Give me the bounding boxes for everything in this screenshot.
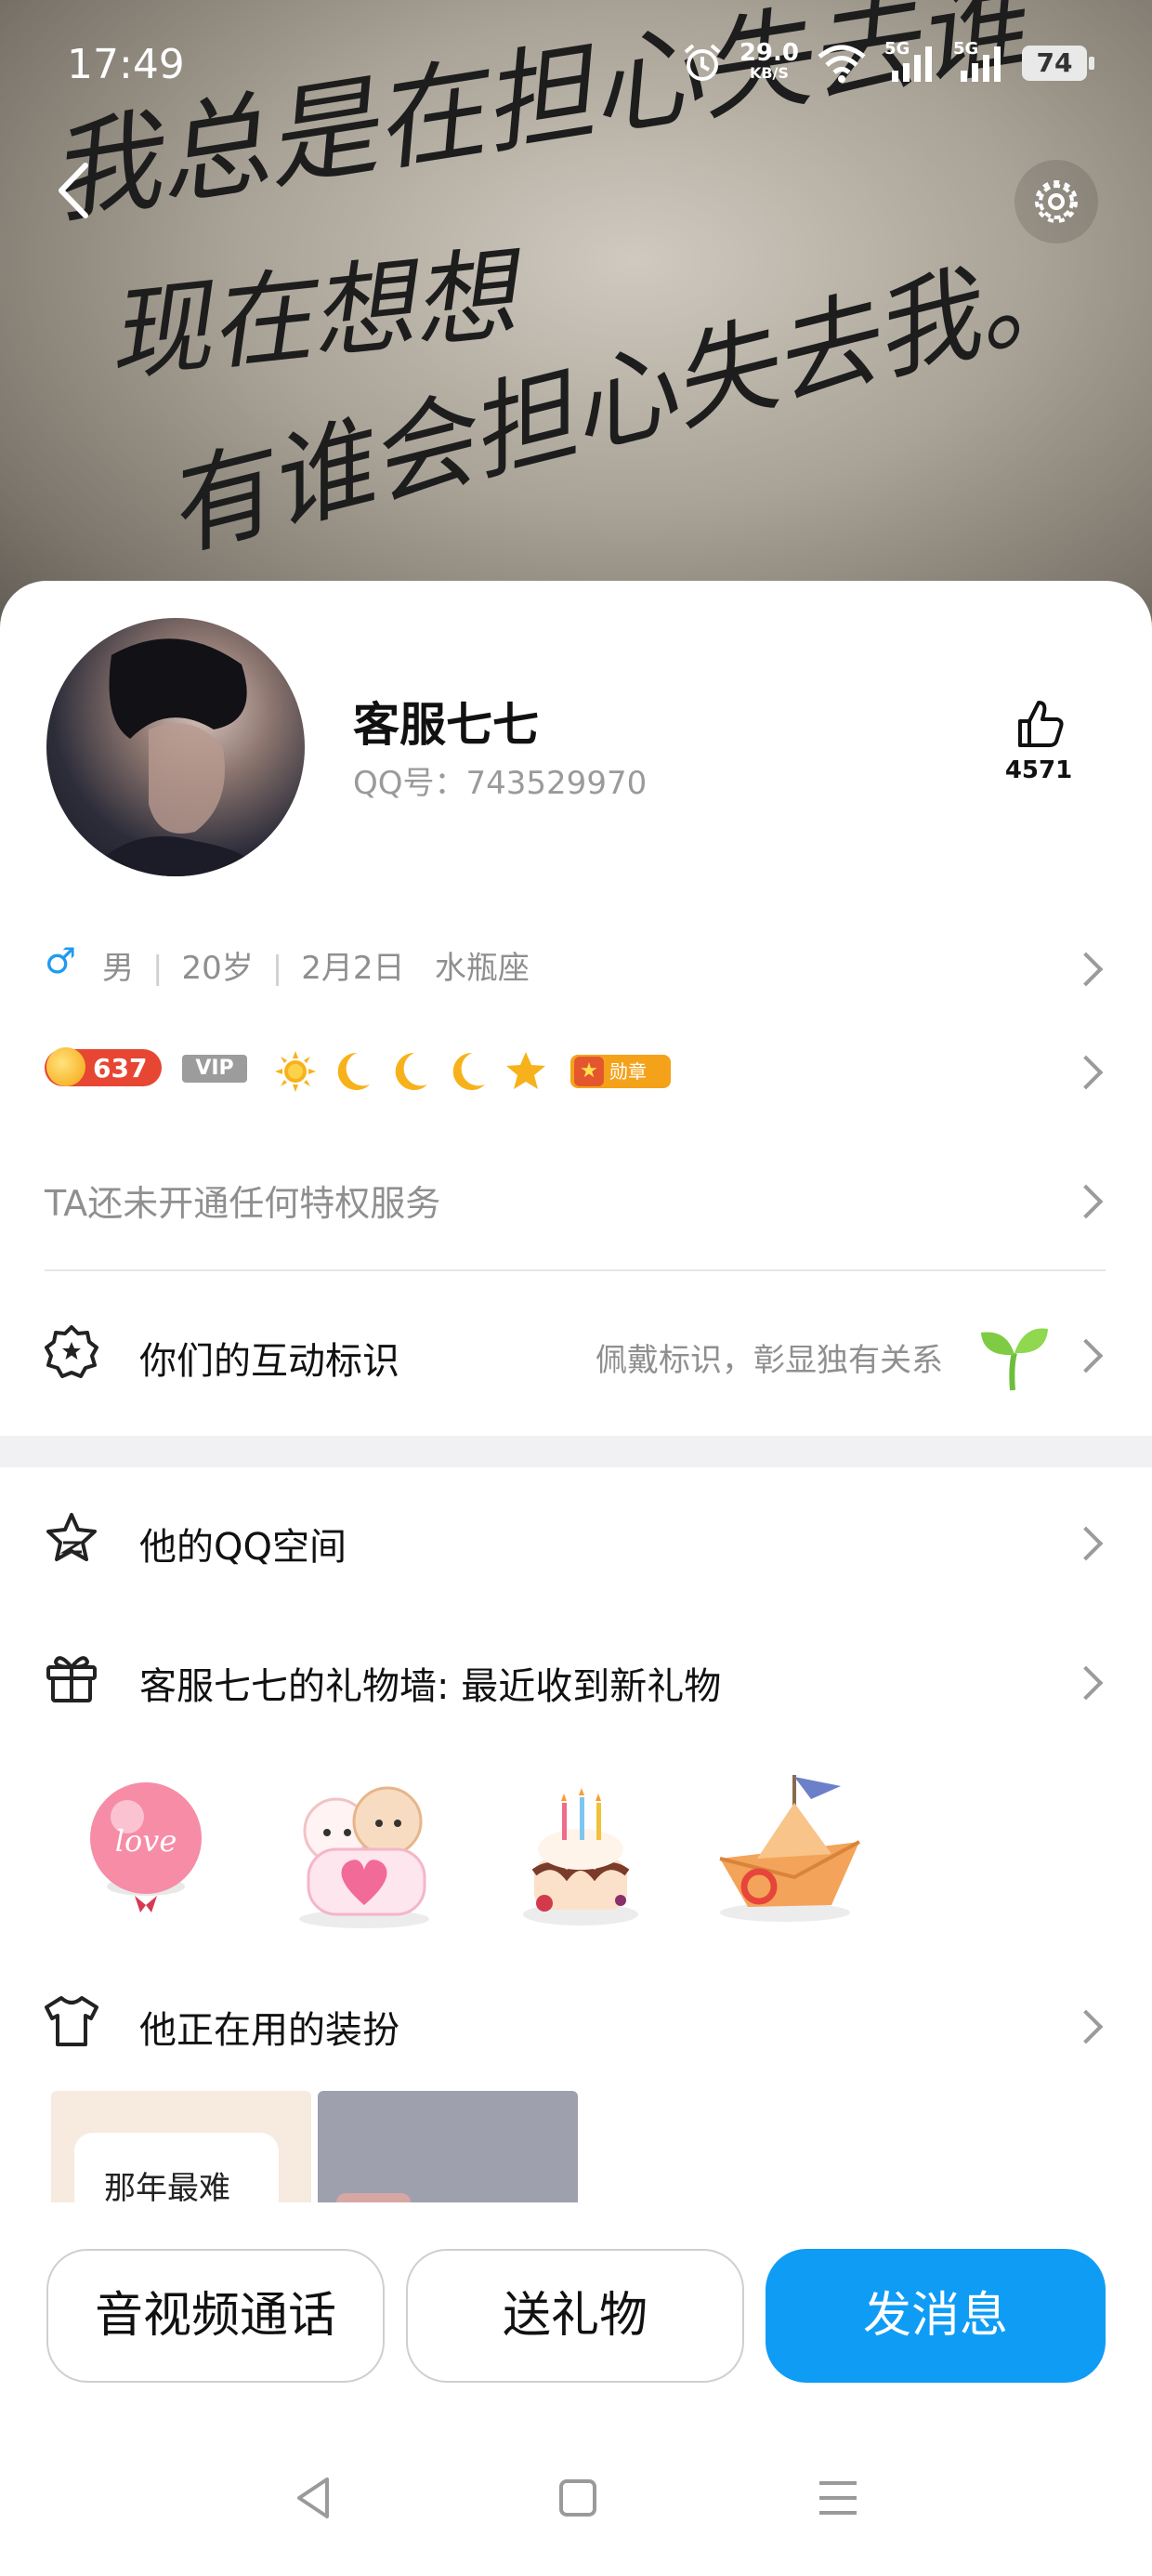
like-button[interactable]: 4571	[1003, 697, 1074, 784]
chevron-right-icon	[1068, 952, 1104, 987]
status-time: 17:49	[67, 41, 185, 88]
gift-wall-row[interactable]: 客服七七的礼物墙: 最近收到新礼物	[0, 1645, 1152, 1719]
profile-name: 客服七七	[353, 698, 539, 752]
basic-info-row[interactable]: ♂ 男 | 20岁 | 2月2日 水瓶座	[0, 939, 1152, 994]
outfit-preview-text: 那年最难	[74, 2133, 279, 2202]
qq-number: QQ号：743529970	[353, 765, 648, 802]
zodiac: 水瓶座	[434, 950, 530, 987]
chevron-right-icon	[1068, 1665, 1104, 1701]
vip-badge: VIP	[182, 1055, 247, 1083]
level-badge: 637	[45, 1047, 162, 1086]
gender: 男	[102, 950, 134, 987]
basic-info-text: 男 | 20岁 | 2月2日 水瓶座	[102, 950, 530, 987]
send-message-button[interactable]: 发消息	[766, 2249, 1106, 2383]
medal-icon: ★	[574, 1057, 604, 1086]
gift-balloon[interactable]: love	[79, 1766, 218, 1933]
interaction-mark-title: 你们的互动标识	[139, 1340, 399, 1383]
handwriting-line-1: 我总是在担心失去谁	[40, 0, 1045, 240]
outfit-previews: 那年最难	[0, 2091, 1152, 2202]
signal-icon-1: 5G	[884, 39, 936, 84]
outfit-row[interactable]: 他正在用的装扮	[0, 1989, 1152, 2063]
gift-icon	[46, 1656, 97, 1702]
like-count: 4571	[1004, 756, 1073, 784]
settings-button[interactable]	[1015, 160, 1098, 243]
gift-wall-label: 客服七七的礼物墙: 最近收到新礼物	[139, 1665, 722, 1708]
outfit-label: 他正在用的装扮	[139, 2009, 399, 2052]
wifi-icon	[818, 45, 866, 83]
status-bar: 17:49 29.0 KB/S 5G 5G 74	[0, 37, 1152, 102]
sprout-icon	[981, 1328, 1048, 1391]
thumbs-up-icon	[1018, 701, 1064, 747]
divider	[45, 1269, 1106, 1271]
gift-paper-boat[interactable]	[701, 1766, 878, 1933]
chevron-right-icon	[1068, 1526, 1104, 1561]
privilege-text: TA还未开通任何特权服务	[45, 1183, 441, 1224]
star-icon	[506, 1052, 545, 1089]
interaction-mark-row[interactable]: 你们的互动标识 佩戴标识，彰显独有关系	[0, 1320, 1152, 1394]
coin-icon	[46, 1047, 85, 1086]
outfit-preview-bubble[interactable]: 那年最难	[51, 2091, 311, 2202]
battery-indicator: 74	[1022, 46, 1094, 81]
alarm-icon	[684, 44, 721, 81]
signal-icon-2: 5G	[953, 39, 1005, 84]
medal-label: 勋章	[609, 1060, 647, 1083]
level-score: 637	[93, 1053, 148, 1084]
system-navigation-bar	[0, 2416, 1152, 2576]
moon-icon	[395, 1052, 427, 1090]
send-gift-button[interactable]: 送礼物	[406, 2249, 744, 2383]
sun-icon	[275, 1051, 316, 1092]
chevron-left-icon	[59, 163, 88, 218]
network-speed: 29.0 KB/S	[740, 41, 799, 84]
back-button[interactable]	[46, 158, 102, 223]
privilege-row[interactable]: TA还未开通任何特权服务	[0, 1173, 1152, 1229]
moon-icon	[452, 1052, 485, 1090]
medal-badge: ★ 勋章	[570, 1055, 671, 1088]
badge-star-icon	[45, 1325, 98, 1378]
outfit-preview-theme[interactable]	[318, 2091, 578, 2202]
action-bar: 音视频通话 送礼物 发消息	[0, 2202, 1152, 2388]
male-icon: ♂	[45, 940, 77, 981]
interaction-mark-hint: 佩戴标识，彰显独有关系	[596, 1342, 943, 1379]
gear-icon	[1035, 180, 1078, 223]
chevron-right-icon	[1068, 2009, 1104, 2044]
gift-bear[interactable]	[281, 1766, 448, 1933]
handwriting-line-2: 现在想想	[101, 233, 530, 395]
header-background: 我总是在担心失去谁 现在想想 有谁会担心失去我。 17:49 29.0 KB/S	[0, 0, 1152, 651]
gift-list: love	[0, 1766, 1152, 1933]
avatar[interactable]	[46, 618, 305, 876]
moon-icon	[337, 1052, 370, 1090]
gift-cake[interactable]	[511, 1766, 650, 1933]
qzone-row[interactable]: 他的QQ空间	[0, 1505, 1152, 1580]
chevron-right-icon	[1068, 1055, 1104, 1090]
chevron-right-icon	[1068, 1184, 1104, 1219]
nav-home-icon[interactable]	[552, 2472, 604, 2524]
av-call-button[interactable]: 音视频通话	[46, 2249, 385, 2383]
tshirt-icon	[45, 1996, 98, 2046]
chevron-right-icon	[1068, 1338, 1104, 1373]
level-row[interactable]: 637 VIP ★ 勋章	[0, 1045, 1152, 1101]
balloon-text: love	[115, 1823, 177, 1859]
star-outline-icon	[46, 1513, 97, 1561]
nav-back-icon[interactable]	[288, 2472, 340, 2524]
nav-menu-icon[interactable]	[812, 2472, 864, 2524]
age: 20岁	[181, 950, 254, 987]
outfit-preview-decoration	[336, 2193, 411, 2202]
section-separator	[0, 1436, 1152, 1467]
qzone-label: 他的QQ空间	[139, 1526, 347, 1569]
birthday: 2月2日	[301, 950, 405, 987]
